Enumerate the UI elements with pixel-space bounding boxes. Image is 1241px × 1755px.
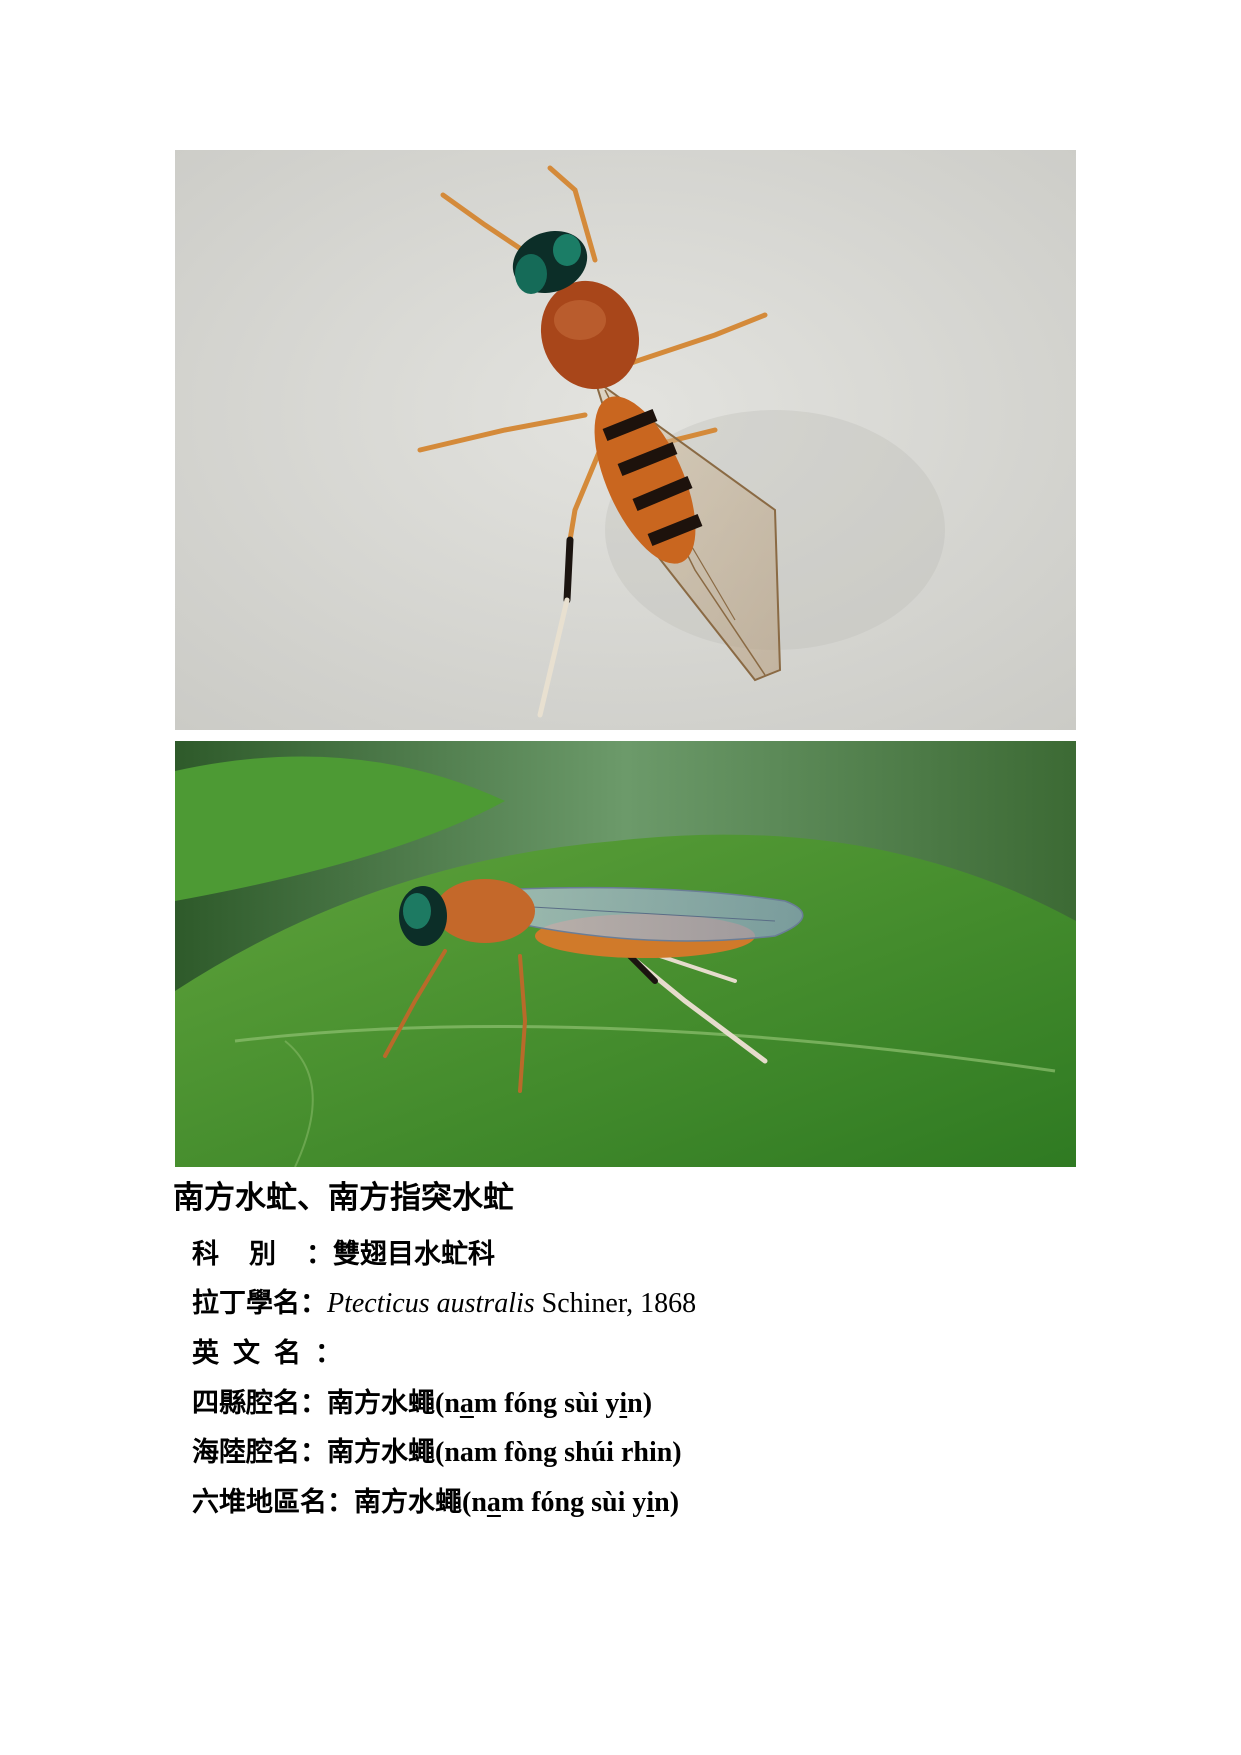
soldier-fly-top-view-photo xyxy=(175,150,1076,730)
hailu-label: 海陸腔名： xyxy=(192,1437,327,1468)
latin-value: Ptecticus australis Schiner, 1868 xyxy=(327,1288,696,1319)
hailu-han: 南方水蠅 xyxy=(327,1437,435,1468)
sixian-label: 四縣腔名： xyxy=(192,1388,327,1419)
hailu-romanization: (nam fòng shúi rhin) xyxy=(435,1437,682,1468)
english-label: 英文名： xyxy=(192,1338,356,1369)
family-row: 科別：雙翅目水虻科 xyxy=(192,1232,495,1271)
latin-binomial: Ptecticus australis xyxy=(327,1288,535,1319)
english-name-row: 英文名： xyxy=(192,1331,356,1370)
bottom-photo-illustration xyxy=(175,741,1076,1167)
liudui-romanization: (nam fóng sùi yin) xyxy=(462,1487,680,1518)
sixian-name-row: 四縣腔名：南方水蠅(nam fóng sùi yin) xyxy=(192,1381,652,1420)
top-photo-illustration xyxy=(175,150,1076,730)
species-title: 南方水虻、南方指突水虻 xyxy=(173,1180,514,1216)
hailu-name-row: 海陸腔名：南方水蠅(nam fòng shúi rhin) xyxy=(192,1430,682,1469)
liudui-name-row: 六堆地區名：南方水蠅(nam fóng sùi yin) xyxy=(192,1480,679,1519)
latin-name-row: 拉丁學名：Ptecticus australis Schiner, 1868 xyxy=(192,1281,696,1320)
sixian-romanization: (nam fóng sùi yin) xyxy=(435,1388,653,1419)
latin-author: Schiner, 1868 xyxy=(541,1288,697,1319)
soldier-fly-side-view-photo xyxy=(175,741,1076,1167)
liudui-label: 六堆地區名： xyxy=(192,1487,354,1518)
latin-label: 拉丁學名： xyxy=(192,1288,327,1319)
liudui-han: 南方水蠅 xyxy=(354,1487,462,1518)
family-value: 雙翅目水虻科 xyxy=(333,1239,495,1270)
sixian-han: 南方水蠅 xyxy=(327,1388,435,1419)
